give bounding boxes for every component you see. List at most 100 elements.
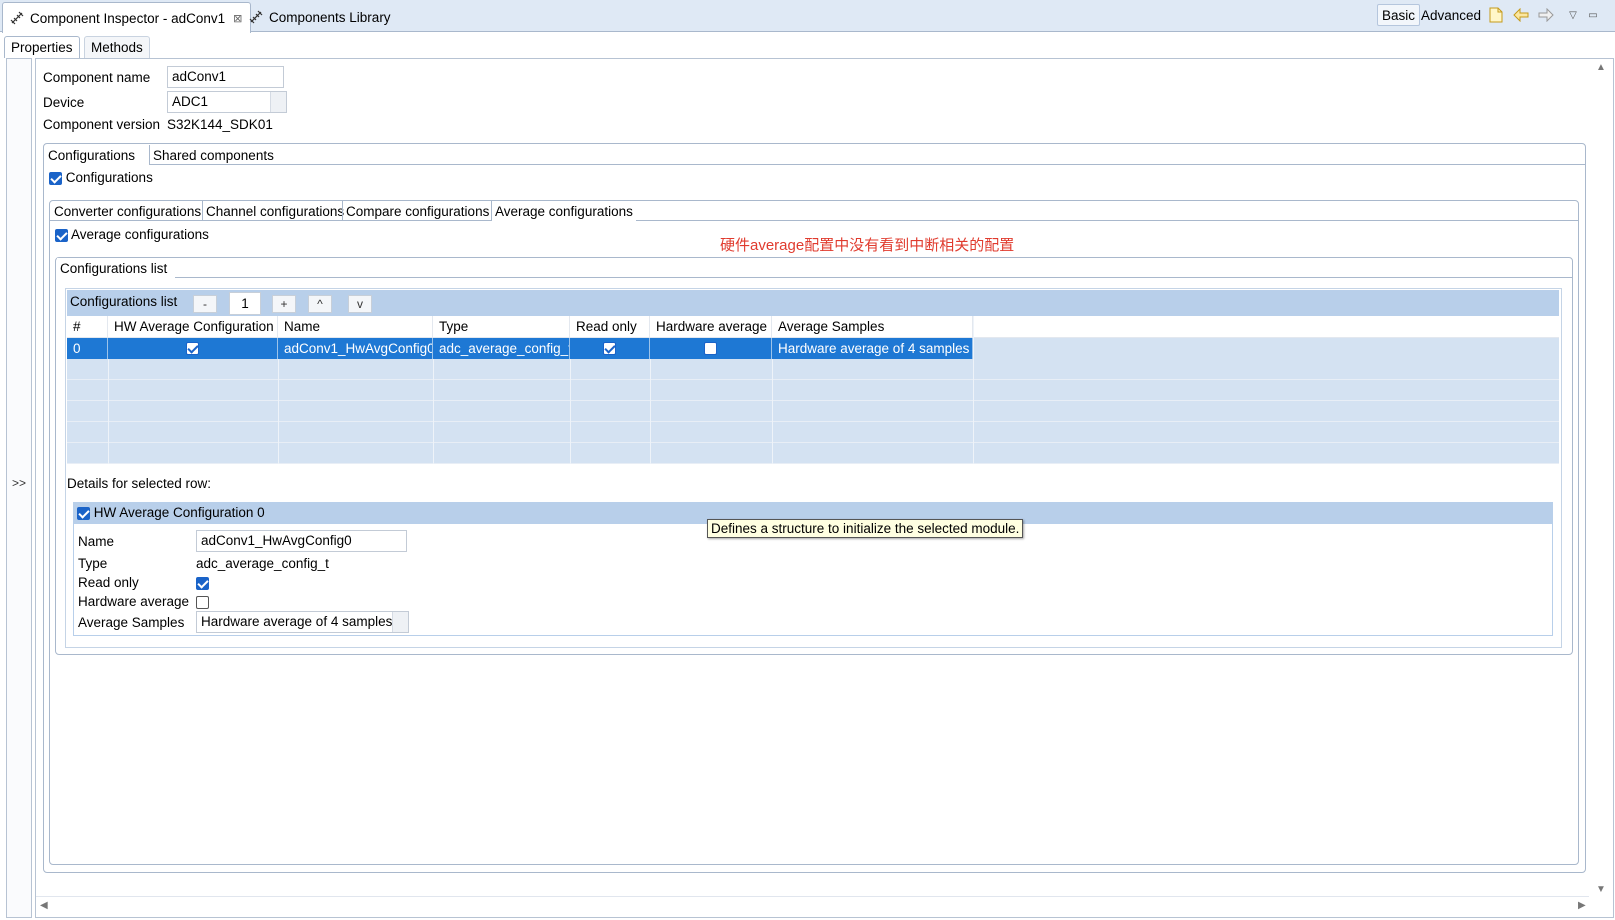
detail-name-label: Name: [78, 534, 115, 549]
checkbox[interactable]: [704, 342, 717, 355]
table-empty-row: [67, 359, 1559, 380]
column-header[interactable]: HW Average Configuration: [108, 316, 278, 337]
remove-row-button[interactable]: -: [193, 295, 217, 313]
table-header-row: # HW Average Configuration Name Type Rea…: [67, 316, 1559, 338]
component-version-value: S32K144_SDK01: [167, 117, 273, 132]
type-cell[interactable]: adc_average_config_t: [433, 338, 570, 359]
checkbox[interactable]: [196, 596, 209, 610]
column-header[interactable]: Type: [433, 316, 570, 337]
checkbox[interactable]: [603, 342, 616, 355]
hardware-average-cell[interactable]: [650, 338, 772, 359]
basic-mode-button[interactable]: Basic: [1377, 4, 1421, 26]
minimize-icon[interactable]: ▭: [1584, 6, 1602, 24]
dropdown-button[interactable]: [270, 92, 286, 112]
add-row-button[interactable]: +: [272, 295, 296, 313]
dropdown-button[interactable]: [392, 612, 408, 632]
detail-hardware-average-label: Hardware average: [78, 594, 190, 609]
checkbox[interactable]: [55, 228, 68, 242]
detail-name-field[interactable]: adConv1_HwAvgConfig0: [196, 530, 407, 552]
tab-underline: [49, 220, 491, 221]
editor-tab-bar: Component Inspector - adConv1 ⊠ Componen…: [0, 0, 1615, 33]
tab-channel-configurations[interactable]: Channel configurations: [202, 201, 347, 221]
tab-average-configurations[interactable]: Average configurations: [491, 201, 636, 221]
expand-panel-button[interactable]: >>: [6, 476, 32, 490]
tab-label: Component Inspector - adConv1: [30, 10, 226, 26]
average-configurations-checkbox[interactable]: Average configurations: [55, 227, 209, 242]
view-menu-icon[interactable]: ▽: [1564, 6, 1582, 24]
detail-type-label: Type: [78, 556, 108, 571]
component-version-label: Component version: [43, 117, 161, 132]
tab-methods[interactable]: Methods: [84, 36, 150, 58]
configurations-checkbox-label: Configurations: [65, 170, 153, 185]
configurations-checkbox[interactable]: Configurations: [49, 170, 153, 185]
column-divider: [433, 359, 434, 464]
device-value: ADC1: [172, 94, 209, 109]
tab-underline: [636, 220, 1579, 221]
column-header[interactable]: Read only: [570, 316, 650, 337]
column-header[interactable]: Average Samples: [772, 316, 973, 337]
annotation-note: 硬件average配置中没有看到中断相关的配置: [720, 237, 1015, 254]
back-arrow-icon[interactable]: [1512, 6, 1530, 24]
advanced-mode-button[interactable]: Advanced: [1417, 4, 1485, 26]
horizontal-scrollbar[interactable]: ◀ ▶: [36, 896, 1589, 916]
details-section-checkbox[interactable]: HW Average Configuration 0: [77, 505, 265, 520]
device-select[interactable]: ADC1: [167, 91, 287, 113]
scroll-right-icon[interactable]: ▶: [1578, 900, 1586, 911]
move-up-button[interactable]: ^: [308, 295, 332, 313]
checkbox[interactable]: [77, 506, 90, 520]
tab-converter-configurations[interactable]: Converter configurations: [51, 201, 204, 221]
row-count-field[interactable]: 1: [229, 292, 261, 315]
read-only-cell[interactable]: [570, 338, 650, 359]
table-empty-row: [67, 422, 1559, 443]
column-header[interactable]: Name: [278, 316, 433, 337]
tab-label: Components Library: [269, 9, 391, 25]
hw-avg-config-cell[interactable]: [108, 338, 278, 359]
table-empty-row: [67, 380, 1559, 401]
detail-type-value: adc_average_config_t: [196, 556, 329, 571]
checkbox[interactable]: [49, 171, 62, 185]
tab-components-library[interactable]: Components Library: [242, 2, 399, 32]
tab-compare-configurations[interactable]: Compare configurations: [342, 201, 492, 221]
column-divider: [973, 316, 974, 464]
name-cell[interactable]: adConv1_HwAvgConfig0: [278, 338, 433, 359]
plugin-icon: [10, 11, 24, 25]
configurations-list-toolbar: Configurations list - 1 + ^ v: [67, 290, 1559, 316]
tab-properties[interactable]: Properties: [4, 36, 80, 58]
column-header[interactable]: #: [67, 316, 108, 337]
tab-underline: [175, 277, 1573, 278]
tab-component-inspector[interactable]: Component Inspector - adConv1 ⊠: [2, 2, 252, 33]
row-index: 0: [67, 338, 108, 359]
move-down-button[interactable]: v: [348, 295, 372, 313]
checkbox[interactable]: [186, 342, 199, 355]
detail-hardware-average-checkbox[interactable]: [196, 594, 209, 610]
new-document-icon[interactable]: [1487, 6, 1505, 24]
column-divider: [278, 359, 279, 464]
tab-configurations-list[interactable]: Configurations list: [57, 258, 171, 278]
average-samples-value: Hardware average of 4 samples: [201, 614, 393, 629]
vertical-scrollbar[interactable]: ▲ ▼: [1589, 58, 1613, 898]
detail-read-only-checkbox[interactable]: [196, 575, 209, 591]
column-header[interactable]: Hardware average: [650, 316, 772, 337]
row-filler: [973, 338, 1559, 359]
table-empty-row: [67, 401, 1559, 422]
table-row[interactable]: 0 adConv1_HwAvgConfig0 adc_average_confi…: [67, 338, 1559, 359]
detail-average-samples-select[interactable]: Hardware average of 4 samples: [196, 611, 409, 633]
details-title: Details for selected row:: [67, 476, 212, 491]
table-empty-row: [67, 443, 1559, 464]
configurations-list-title: Configurations list: [70, 294, 178, 309]
component-name-field[interactable]: adConv1: [167, 66, 284, 88]
column-divider: [570, 359, 571, 464]
tooltip: Defines a structure to initialize the se…: [707, 519, 1024, 538]
scroll-left-icon[interactable]: ◀: [40, 900, 48, 911]
checkbox[interactable]: [196, 577, 209, 591]
average-configurations-checkbox-label: Average configurations: [71, 227, 209, 242]
average-samples-cell[interactable]: Hardware average of 4 samples: [772, 338, 973, 359]
tab-configurations[interactable]: Configurations: [45, 145, 139, 165]
column-divider: [772, 359, 773, 464]
forward-arrow-icon[interactable]: [1537, 6, 1555, 24]
scroll-up-icon[interactable]: ▲: [1596, 62, 1606, 73]
tab-shared-components[interactable]: Shared components: [149, 145, 277, 165]
details-section-label: HW Average Configuration 0: [93, 505, 265, 520]
scroll-down-icon[interactable]: ▼: [1596, 884, 1606, 895]
close-icon[interactable]: ⊠: [233, 12, 242, 25]
